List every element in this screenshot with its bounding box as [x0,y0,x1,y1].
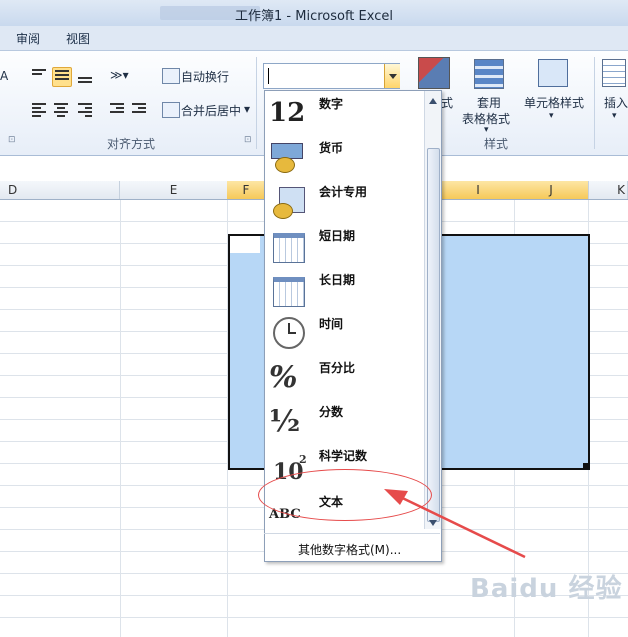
increase-indent-icon[interactable] [130,101,148,119]
tab-view[interactable]: 视图 [66,30,90,47]
orientation-icon[interactable]: ≫▾ [110,68,129,82]
align-center-icon[interactable] [52,101,70,119]
group-divider [594,57,595,149]
format-item-short-date[interactable]: 短日期 [265,223,425,267]
insert-dropdown-icon[interactable]: ▾ [612,111,617,121]
currency-icon [269,139,307,175]
clock-icon [269,315,307,351]
column-header[interactable]: F [227,181,266,199]
scroll-thumb[interactable] [427,148,440,522]
format-item-percent[interactable]: % 百分比 [265,355,425,399]
align-middle-icon[interactable] [52,67,72,87]
cell-styles-dropdown-icon[interactable]: ▾ [549,111,554,121]
text-cursor [268,68,269,84]
short-date-calendar-icon [269,227,307,263]
styles-group-label: 样式 [484,137,509,151]
watermark: Baidu 经验 [470,574,623,604]
decrease-indent-icon[interactable] [108,101,126,119]
format-item-accounting[interactable]: 会计专用 [265,179,425,223]
format-item-label: 分数 [319,405,344,419]
format-item-label: 货币 [319,141,344,155]
number-format-combo[interactable] [263,63,400,89]
wrap-text-icon [162,68,180,84]
fraction-icon: ½ [269,404,301,439]
format-item-label: 时间 [319,317,344,331]
group-divider [256,57,257,149]
merge-center-icon [162,102,180,118]
table-format-line1[interactable]: 套用 [477,94,501,111]
alignment-group-label: 对齐方式 [107,137,156,151]
format-item-time[interactable]: 时间 [265,311,425,355]
format-item-currency[interactable]: 货币 [265,135,425,179]
merge-dropdown-icon[interactable]: ▾ [244,102,250,116]
format-item-fraction[interactable]: ½ 分数 [265,399,425,443]
cell-styles-partial-label: 式 [441,96,454,110]
percent-icon: % [269,360,298,395]
ribbon-tabs: 审阅 视图 [0,26,628,51]
annotation-arrow-icon [384,489,526,559]
merge-center-button[interactable]: 合并后居中 [181,102,241,119]
format-item-label: 百分比 [319,361,356,375]
wrap-text-button[interactable]: 自动换行 [181,68,229,85]
fill-handle[interactable] [583,463,589,469]
format-item-label: 会计专用 [319,185,368,199]
column-header[interactable]: E [120,181,228,199]
alignment-launcher-icon[interactable]: ⊡ [244,135,252,145]
format-item-label: 长日期 [319,273,356,287]
format-item-label: 短日期 [319,229,356,243]
menu-scrollbar[interactable] [424,91,441,529]
table-format-icon[interactable] [474,59,504,89]
column-header[interactable]: I [442,181,515,199]
active-cell[interactable] [230,236,260,253]
chevron-down-icon[interactable] [384,64,400,88]
align-bottom-icon[interactable] [76,67,94,85]
scroll-up-icon[interactable] [425,91,441,105]
cell-styles-icon[interactable] [538,59,568,87]
format-item-long-date[interactable]: 长日期 [265,267,425,311]
font-launcher-icon[interactable]: ⊡ [8,135,16,145]
format-item-label: 科学记数 [319,449,368,463]
column-header[interactable]: J [514,181,589,199]
insert-button[interactable]: 插入 [604,94,628,111]
insert-cells-icon[interactable] [602,59,626,87]
window-title: 工作簿1 - Microsoft Excel [235,9,393,24]
align-top-icon[interactable] [30,67,48,85]
format-item-number[interactable]: 12 数字 [265,91,425,135]
cell-styles-button[interactable]: 单元格样式 [524,94,584,111]
number-12-icon: 12 [269,98,306,128]
tab-review[interactable]: 审阅 [16,30,40,47]
grid-line [120,200,121,637]
format-item-label: 数字 [319,97,344,111]
title-bar: 工作簿1 - Microsoft Excel [0,0,628,27]
font-size-letter[interactable]: A [0,69,8,83]
column-header[interactable]: D [0,181,120,199]
sci-exp: 2 [299,453,307,466]
column-header[interactable]: K [588,181,628,199]
align-left-icon[interactable] [30,101,48,119]
accounting-icon [269,183,307,219]
conditional-format-icon[interactable] [418,57,450,89]
align-right-icon[interactable] [76,101,94,119]
table-format-dropdown-icon[interactable]: ▾ [484,125,489,135]
long-date-calendar-icon [269,271,307,307]
